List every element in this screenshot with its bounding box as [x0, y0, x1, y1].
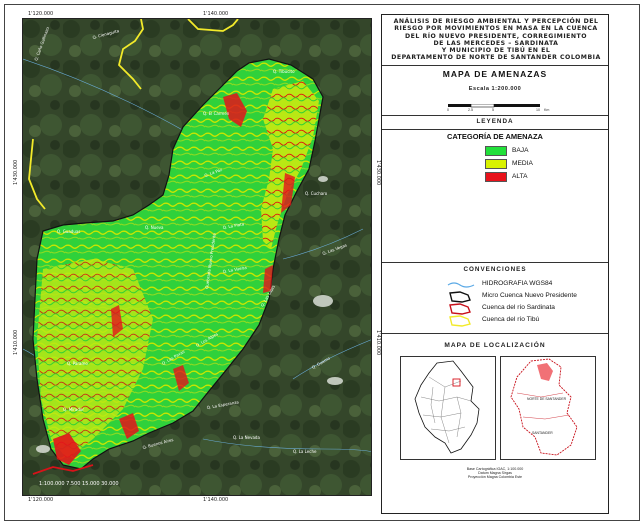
map-heading: MAPA DE AMENAZAS	[442, 69, 548, 79]
map-label: Q. La Nevada	[233, 435, 260, 440]
scale-tick: 2.5	[468, 108, 473, 112]
map-scale-text: 1:100.000 7.500 15.000 30.000	[39, 481, 119, 487]
coord-left-lower: 1'410.000	[13, 329, 19, 355]
map-title-block: ANÁLISIS DE RIESGO AMBIENTAL Y PERCEPCIÓ…	[388, 18, 604, 62]
convention-label: HIDROGRAFIA WGS84	[482, 280, 553, 287]
swatch-media	[485, 159, 507, 169]
location-heading: MAPA DE LOCALIZACIÓN	[444, 342, 546, 349]
legend-heading: LEYENDA	[476, 118, 514, 125]
coord-top-left: 1'120.000	[28, 11, 54, 17]
title-line: DEPARTAMENTO DE NORTE DE SANTANDER COLOM…	[391, 54, 601, 62]
hazard-map-svg: Q. Caño Gallinazo Q. Cienaguita Q. El Ca…	[23, 19, 371, 495]
divider	[382, 129, 608, 130]
map-label: Q. Cucharo	[305, 191, 328, 196]
credits-block: Base Cartográfica IGAC, 1:100.000 Datum …	[382, 467, 608, 480]
title-line: RIESGO POR MOVIMIENTOS EN MASA EN LA CUE…	[394, 25, 598, 33]
colombia-locator	[400, 356, 496, 460]
convention-label: Micro Cuenca Nuevo Presidente	[482, 292, 577, 299]
swatch-baja	[485, 146, 507, 156]
divider	[382, 333, 608, 334]
legend-panel: ANÁLISIS DE RIESGO AMBIENTAL Y PERCEPCIÓ…	[381, 14, 609, 514]
department-outline	[510, 358, 578, 456]
tibu-basin-symbol	[449, 315, 471, 327]
title-line: DEL RÍO NUEVO PRESIDENTE, CORREGIMIENTO	[404, 32, 588, 40]
hazard-map[interactable]: Q. Caño Gallinazo Q. Cienaguita Q. El Ca…	[22, 18, 372, 496]
location-label-santander: SANTANDER	[532, 431, 553, 435]
coord-left-upper: 1'430.000	[13, 159, 19, 185]
scale-bar	[448, 104, 540, 108]
category-label-media: MEDIA	[512, 160, 533, 167]
credit-line: Proyección Magna Colombia Este	[467, 475, 523, 480]
divider	[382, 262, 608, 263]
map-label: Q. Guaduas	[57, 229, 80, 234]
category-label-alta: ALTA	[512, 173, 528, 180]
location-label-norte: NORTE DE SANTANDER	[527, 397, 567, 401]
divider	[382, 65, 608, 66]
category-heading: CATEGORÍA DE AMENAZA	[447, 132, 543, 141]
scale-tick: Km	[544, 108, 550, 112]
map-label: Q. Paramo	[67, 361, 88, 366]
map-label: Q. Nueva	[145, 225, 164, 230]
map-label: Q. El Carmen	[203, 111, 230, 116]
scale-tick: 5	[492, 108, 494, 112]
coord-top-mid: 1'140.000	[203, 11, 229, 17]
convention-label: Cuenca del río Tibú	[482, 316, 540, 323]
title-line: ANÁLISIS DE RIESGO AMBIENTAL Y PERCEPCIÓ…	[393, 18, 599, 25]
divider	[382, 115, 608, 116]
map-label: Q. Tibucito	[273, 69, 295, 74]
sardinata-basin-symbol	[449, 303, 471, 315]
scale-tick: 0	[447, 108, 449, 112]
title-line: Y MUNICIPIO DE TIBÚ EN EL	[441, 47, 551, 55]
map-label: Q. La Leche	[293, 449, 317, 454]
conventions-heading: CONVENCIONES	[463, 266, 527, 273]
swatch-alta	[485, 172, 507, 182]
scale-label: Escala 1:200.000	[468, 86, 522, 92]
colombia-outline	[414, 360, 480, 454]
scale-tick: 10	[536, 108, 540, 112]
coord-bottom-mid: 1'140.000	[203, 497, 229, 503]
map-label: Q. Mirador	[63, 407, 84, 412]
hydrography-symbol	[447, 282, 475, 288]
micro-basin-symbol	[449, 291, 471, 303]
convention-label: Cuenca del río Sardinata	[482, 304, 555, 311]
coord-bottom-left: 1'120.000	[28, 497, 54, 503]
category-label-baja: BAJA	[512, 147, 529, 154]
department-locator	[500, 356, 596, 460]
